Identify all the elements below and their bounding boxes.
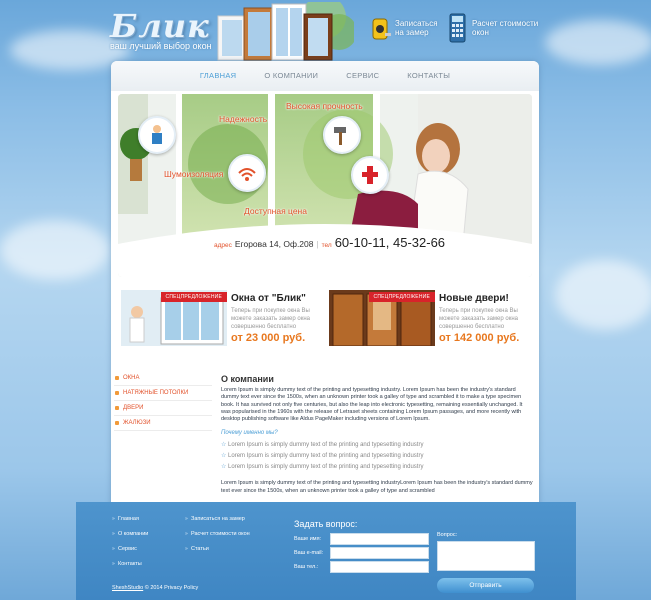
footer-nav-col1: Главная О компании Сервис Контакты [112,516,148,568]
studio-link[interactable]: SheshStudio [112,585,143,591]
why-us-heading: Почему именно мы? [221,430,278,437]
hero-banner: Высокая прочность Надежность Шумоизоляци… [118,94,532,277]
copyright-text: © 2014 Privacy Policy [144,585,199,591]
sidebar-item-doors[interactable]: ДВЕРИ [114,401,212,416]
cloud [555,260,651,330]
about-title: О компании [221,374,274,384]
footer-link-measure[interactable]: Записаться на замер [185,516,255,523]
list-item: Lorem Ipsum is simply dummy text of the … [221,440,533,451]
phone-field[interactable] [330,561,429,573]
nav-contacts[interactable]: КОНТАКТЫ [393,61,464,91]
phone-value: 60-10-11, 45-32-66 [334,235,446,250]
nav-service[interactable]: СЕРВИС [332,61,393,91]
address-label: адрес [214,242,232,249]
promo-text: Теперь при покупке окна Вы можете заказа… [231,308,311,330]
logo-wordmark: Блик [110,7,210,45]
question-field[interactable] [437,541,535,571]
sidebar-item-ceilings[interactable]: НАТЯЖНЫЕ ПОТОЛКИ [114,386,212,401]
promo-price: от 23 000 руб. [231,332,306,344]
name-field[interactable] [330,533,429,545]
feature-price: Доступная цена [244,206,307,216]
main-nav: ГЛАВНАЯ О КОМПАНИИ СЕРВИС КОНТАКТЫ [111,61,539,91]
send-button[interactable]: Отправить [437,578,534,593]
feature-noise: Шумоизоляция [164,169,224,179]
nav-about[interactable]: О КОМПАНИИ [250,61,332,91]
promo-doors[interactable]: СПЕЦПРЕДЛОЖЕНИЕ Новые двери! Теперь при … [329,290,541,346]
measure-link-label: Записаться на замер [395,19,438,37]
wifi-window-icon [228,154,266,192]
why-us-list: Lorem Ipsum is simply dummy text of the … [221,440,533,473]
footer: Главная О компании Сервис Контакты Запис… [76,502,576,600]
logo[interactable]: Блик ваш лучший выбор окон [110,10,220,51]
cloud [0,220,110,280]
footer-link-service[interactable]: Сервис [112,546,148,553]
question-label: Вопрос: [437,532,458,538]
promo-ribbon: СПЕЦПРЕДЛОЖЕНИЕ [368,292,435,302]
footer-link-calc[interactable]: Расчет стоимости окон [185,531,255,538]
calculator-icon [449,13,466,43]
tape-measure-icon [372,18,391,40]
name-label: Ваше имя: [294,536,322,542]
email-label: Ваш e-mail: [294,550,324,556]
about-paragraph: Lorem Ipsum is simply dummy text of the … [221,387,523,423]
about-section: О компании Lorem Ipsum is simply dummy t… [221,374,533,495]
ask-form-title: Задать вопрос: [294,519,358,529]
footer-link-articles[interactable]: Статьи [185,546,255,553]
measure-link[interactable]: Записаться на замер [371,13,443,43]
footer-link-home[interactable]: Главная [112,516,148,523]
about-paragraph-2: Lorem Ipsum is simply dummy text of the … [221,480,533,494]
main-card: ГЛАВНАЯ О КОМПАНИИ СЕРВИС КОНТАКТЫ Высок… [111,61,539,511]
sidebar-item-windows[interactable]: ОКНА [114,371,212,386]
footer-nav-col2: Записаться на замер Расчет стоимости око… [185,516,255,553]
promo-price: от 142 000 руб. [439,332,520,344]
contact-line: адрес Егорова 14, Оф.208 | тел 60-10-11,… [214,235,445,250]
windows-collage-image [217,2,354,61]
promo-windows[interactable]: СПЕЦПРЕДЛОЖЕНИЕ Окна от "Блик" Теперь пр… [121,290,333,346]
promo-title: Новые двери! [439,293,509,304]
address-value: Егорова 14, Оф.208 [234,239,314,249]
footer-link-contacts[interactable]: Контакты [112,561,148,568]
phone-label: Ваш тел.: [294,564,319,570]
promo-title: Окна от "Блик" [231,293,306,304]
hammer-icon [323,116,361,154]
separator: | [316,240,319,249]
feature-strength: Высокая прочность [286,101,363,111]
calc-link-label: Расчет стоимости окон [472,19,539,37]
feature-reliability: Надежность [219,114,268,124]
calc-link[interactable]: Расчет стоимости окон [448,12,542,44]
nav-home[interactable]: ГЛАВНАЯ [186,61,251,91]
phone-label: тел [321,242,332,249]
price-tag-icon [351,156,389,194]
promo-ribbon: СПЕЦПРЕДЛОЖЕНИЕ [160,292,227,302]
email-field[interactable] [330,547,429,559]
sidebar-item-blinds[interactable]: ЖАЛЮЗИ [114,416,212,431]
copyright: SheshStudio © 2014 Privacy Policy [112,585,198,591]
list-item: Lorem Ipsum is simply dummy text of the … [221,462,533,473]
list-item: Lorem Ipsum is simply dummy text of the … [221,451,533,462]
promo-text: Теперь при покупке окна Вы можете заказа… [439,308,519,330]
worker-icon [138,116,176,154]
footer-link-about[interactable]: О компании [112,531,148,538]
sidebar-menu: ОКНА НАТЯЖНЫЕ ПОТОЛКИ ДВЕРИ ЖАЛЮЗИ [114,371,212,431]
logo-tagline: ваш лучший выбор окон [110,41,212,51]
cloud [545,20,651,65]
